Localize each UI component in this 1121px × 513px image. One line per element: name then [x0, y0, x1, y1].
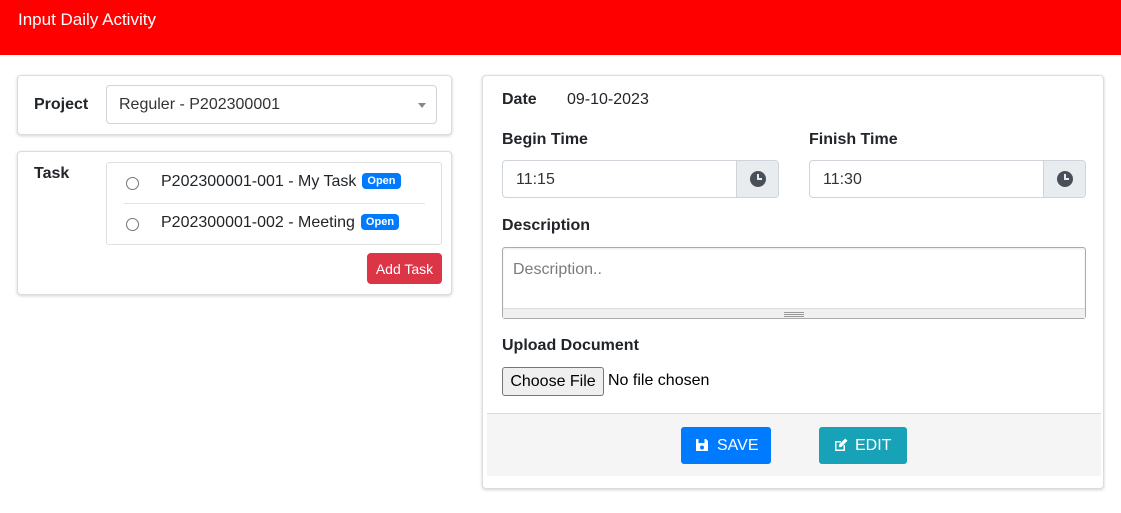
begin-time-picker[interactable]: [736, 161, 778, 197]
task-radio[interactable]: [126, 218, 139, 231]
task-radio[interactable]: [126, 177, 139, 190]
save-label: SAVE: [717, 437, 759, 454]
project-select-value: Reguler - P202300001: [119, 96, 281, 113]
floppy-disk-icon: [696, 439, 708, 451]
finish-time-value: 11:30: [823, 171, 862, 188]
begin-time-value: 11:15: [516, 171, 555, 188]
task-label: Task: [34, 165, 70, 182]
clock-icon: [1057, 171, 1073, 187]
add-task-button[interactable]: Add Task: [367, 253, 442, 284]
task-list-item[interactable]: P202300001-002 - Meeting Open: [107, 204, 441, 244]
edit-label: EDIT: [855, 437, 892, 454]
task-name: P202300001-001 - My Task: [161, 173, 357, 190]
finish-time-picker[interactable]: [1043, 161, 1085, 197]
date-label: Date: [502, 91, 537, 108]
page-title: Input Daily Activity: [18, 10, 156, 29]
caret-down-icon: [418, 103, 426, 108]
project-card: Project Reguler - P202300001: [17, 75, 452, 135]
status-badge: Open: [362, 173, 401, 189]
description-textarea[interactable]: Description..: [502, 247, 1086, 319]
task-list-item[interactable]: P202300001-001 - My Task Open: [107, 163, 441, 203]
description-placeholder: Description..: [513, 261, 602, 278]
file-status: No file chosen: [608, 372, 710, 389]
task-card: Task P202300001-001 - My Task Open P20230…: [17, 151, 452, 295]
save-button[interactable]: SAVE: [681, 427, 771, 464]
resize-handle[interactable]: [503, 308, 1085, 318]
task-list: P202300001-001 - My Task Open P202300001-…: [106, 162, 442, 245]
form-footer: SAVE EDIT: [487, 413, 1101, 476]
edit-button[interactable]: EDIT: [819, 427, 907, 464]
date-value: 09-10-2023: [567, 91, 649, 108]
description-label: Description: [502, 217, 591, 234]
clock-icon: [750, 171, 766, 187]
begin-time-label: Begin Time: [502, 131, 588, 148]
activity-form-card: Date 09-10-2023 Begin Time 11:15 Finish …: [482, 75, 1104, 489]
project-select[interactable]: Reguler - P202300001: [106, 85, 437, 124]
finish-time-label: Finish Time: [809, 131, 898, 148]
finish-time-field[interactable]: 11:30: [809, 160, 1086, 198]
choose-file-button[interactable]: Choose File: [502, 367, 604, 396]
task-name: P202300001-002 - Meeting: [161, 214, 355, 231]
status-badge: Open: [360, 214, 400, 230]
begin-time-field[interactable]: 11:15: [502, 160, 779, 198]
top-bar: Input Daily Activity: [0, 0, 1121, 55]
edit-icon: [835, 438, 848, 451]
project-label: Project: [34, 96, 89, 113]
upload-document-label: Upload Document: [502, 337, 639, 354]
